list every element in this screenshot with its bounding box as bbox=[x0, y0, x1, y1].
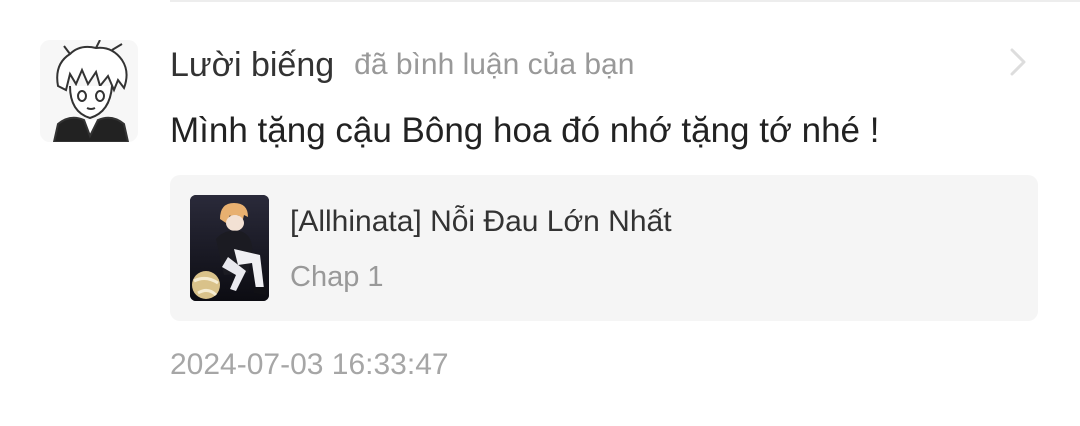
user-avatar[interactable] bbox=[40, 40, 138, 142]
top-divider bbox=[170, 0, 1080, 2]
story-cover-image bbox=[190, 195, 269, 301]
story-chapter: Chap 1 bbox=[290, 261, 384, 293]
notification-header: Lười biếng đã bình luận của bạn bbox=[170, 40, 634, 90]
manga-avatar-icon bbox=[40, 40, 138, 142]
timestamp: 2024-07-03 16:33:47 bbox=[170, 348, 449, 381]
chevron-right-icon[interactable] bbox=[1000, 42, 1036, 82]
story-cover bbox=[190, 195, 269, 301]
comment-notification[interactable]: Lười biếng đã bình luận của bạn Mình tặn… bbox=[0, 0, 1080, 426]
comment-text: Mình tặng cậu Bông hoa đó nhớ tặng tớ nh… bbox=[170, 111, 880, 150]
story-card[interactable]: [Allhinata] Nỗi Đau Lớn Nhất Chap 1 bbox=[170, 175, 1038, 321]
story-title: [Allhinata] Nỗi Đau Lớn Nhất bbox=[290, 205, 672, 238]
username[interactable]: Lười biếng bbox=[170, 46, 334, 85]
action-text: đã bình luận của bạn bbox=[354, 48, 635, 81]
